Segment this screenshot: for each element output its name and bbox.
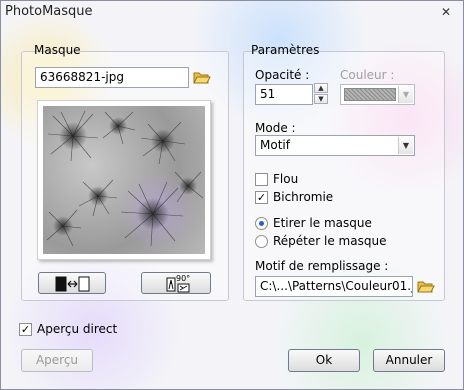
window-title: PhotoMasque — [5, 4, 93, 19]
fill-pattern-label: Motif de remplissage : — [255, 259, 389, 273]
preview-button[interactable]: Aperçu — [21, 349, 93, 372]
invert-mask-button[interactable] — [38, 272, 106, 294]
stretch-mask-radio[interactable] — [255, 217, 268, 230]
opacity-label: Opacité : — [255, 68, 310, 82]
rotate-degree-label: 90° — [176, 274, 191, 283]
opacity-spin-down[interactable]: ▼ — [314, 94, 328, 104]
close-button[interactable]: ✕ — [435, 3, 457, 21]
title-bar: PhotoMasque ✕ — [1, 1, 463, 23]
blur-label: Flou — [273, 172, 299, 186]
mode-label: Mode : — [255, 121, 296, 135]
mode-value: Motif — [260, 138, 290, 152]
color-select[interactable]: ▼ — [340, 84, 415, 105]
repeat-mask-radio[interactable] — [255, 235, 268, 248]
mask-preview-image — [43, 106, 205, 254]
color-swatch — [344, 88, 396, 101]
chevron-down-icon: ▼ — [398, 86, 413, 103]
ok-button[interactable]: Ok — [288, 349, 360, 372]
color-label: Couleur : — [340, 68, 395, 82]
photomasque-dialog: PhotoMasque ✕ Masque 63668821-jpg 90° Pa… — [0, 0, 464, 390]
repeat-mask-label: Répéter le masque — [273, 234, 387, 248]
bichromie-label: Bichromie — [273, 190, 334, 204]
blur-checkbox[interactable] — [255, 173, 268, 186]
rotate-flip-button[interactable]: 90° — [141, 272, 211, 294]
chevron-down-icon: ▼ — [398, 137, 413, 154]
stretch-mask-label: Etirer le masque — [273, 216, 372, 230]
opacity-input[interactable]: 51 — [255, 84, 313, 105]
mask-file-input[interactable]: 63668821-jpg — [35, 67, 189, 88]
mask-preview-frame — [37, 100, 211, 260]
mode-select[interactable]: Motif ▼ — [255, 135, 415, 156]
invert-mask-icon — [53, 276, 93, 295]
live-preview-label: Aperçu direct — [37, 322, 118, 336]
fill-pattern-input[interactable]: C:\...\Patterns\Couleur01.jpg — [255, 276, 413, 297]
folder-open-icon[interactable] — [417, 278, 435, 294]
parameters-panel-title: Paramètres — [251, 43, 320, 57]
live-preview-checkbox[interactable]: ✓ — [19, 323, 32, 336]
bichromie-checkbox[interactable]: ✓ — [255, 191, 268, 204]
opacity-spin-up[interactable]: ▲ — [314, 83, 328, 93]
mask-panel-title: Masque — [34, 43, 81, 57]
folder-open-icon[interactable] — [193, 69, 211, 85]
cancel-button[interactable]: Annuler — [373, 349, 445, 372]
